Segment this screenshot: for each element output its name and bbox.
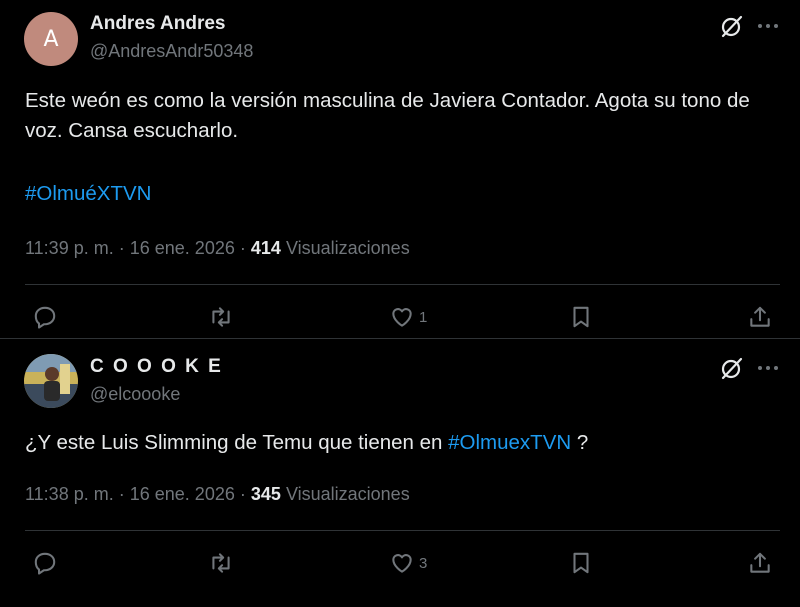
share-icon <box>750 306 770 327</box>
avatar[interactable]: A <box>24 12 78 66</box>
share-button[interactable] <box>747 302 773 332</box>
meta-separator: · <box>239 238 246 258</box>
meta-separator: · <box>239 484 246 504</box>
avatar-photo <box>24 354 78 408</box>
retweet-button[interactable] <box>208 548 234 578</box>
user-handle[interactable]: @AndresAndr50348 <box>90 41 253 62</box>
like-count: 3 <box>419 554 428 572</box>
bookmark-button[interactable] <box>568 548 594 578</box>
avatar-letter: A <box>43 26 59 52</box>
like-count: 1 <box>419 308 428 326</box>
hashtag-link[interactable]: #OlmuexTVN <box>448 431 571 454</box>
tweet-time[interactable]: 11:38 p. m. <box>25 484 114 504</box>
display-name[interactable]: Andres Andres <box>90 13 226 35</box>
tweet-time[interactable]: 11:39 p. m. <box>25 238 114 258</box>
display-name[interactable]: C O O O K E <box>90 356 223 378</box>
tweet-date[interactable]: 16 ene. 2026 <box>130 484 235 504</box>
tweet-text-before: ¿Y este Luis Slimming de Temu que tienen… <box>25 431 449 454</box>
views-count: 414 <box>250 238 281 258</box>
hashtag-link[interactable]: #OlmuéXTVN <box>25 182 151 205</box>
retweet-icon <box>212 553 230 573</box>
grok-icon[interactable] <box>718 12 746 40</box>
views-label: Visualizaciones <box>285 238 410 258</box>
more-icon[interactable] <box>756 14 780 38</box>
tweet[interactable]: C O O O K E @elcoooke ¿Y este Luis Slimm… <box>0 340 800 607</box>
like-button[interactable]: 3 <box>389 548 427 578</box>
divider <box>25 284 780 285</box>
tweet-meta: 11:39 p. m. · 16 ene. 2026 · 414 Visuali… <box>25 238 410 259</box>
bookmark-button[interactable] <box>568 302 594 332</box>
heart-icon <box>392 308 412 327</box>
tweet-text: Este weón es como la versión masculina d… <box>25 89 750 142</box>
tweet-meta: 11:38 p. m. · 16 ene. 2026 · 345 Visuali… <box>25 484 410 505</box>
reply-icon <box>34 552 56 575</box>
share-button[interactable] <box>747 548 773 578</box>
user-handle[interactable]: @elcoooke <box>90 384 180 405</box>
tweet-date[interactable]: 16 ene. 2026 <box>130 238 235 258</box>
views-count: 345 <box>250 484 281 504</box>
divider <box>25 530 780 531</box>
bookmark-icon <box>573 552 589 574</box>
retweet-icon <box>212 307 230 327</box>
tweet-text-after: ? <box>571 431 589 454</box>
reply-button[interactable] <box>32 302 58 332</box>
views-label: Visualizaciones <box>285 484 410 504</box>
like-button[interactable]: 1 <box>389 302 427 332</box>
tweet-separator <box>0 338 800 339</box>
meta-separator: · <box>118 484 125 504</box>
grok-icon[interactable] <box>718 354 746 382</box>
avatar[interactable] <box>24 354 78 408</box>
share-icon <box>750 552 770 573</box>
tweet-text: ¿Y este Luis Slimming de Temu que tienen… <box>25 428 785 458</box>
heart-icon <box>392 554 412 573</box>
retweet-button[interactable] <box>208 302 234 332</box>
meta-separator: · <box>118 238 125 258</box>
more-icon[interactable] <box>756 356 780 380</box>
reply-button[interactable] <box>32 548 58 578</box>
bookmark-icon <box>573 306 589 328</box>
tweet[interactable]: A Andres Andres @AndresAndr50348 Este we… <box>0 0 800 340</box>
reply-icon <box>34 306 56 329</box>
